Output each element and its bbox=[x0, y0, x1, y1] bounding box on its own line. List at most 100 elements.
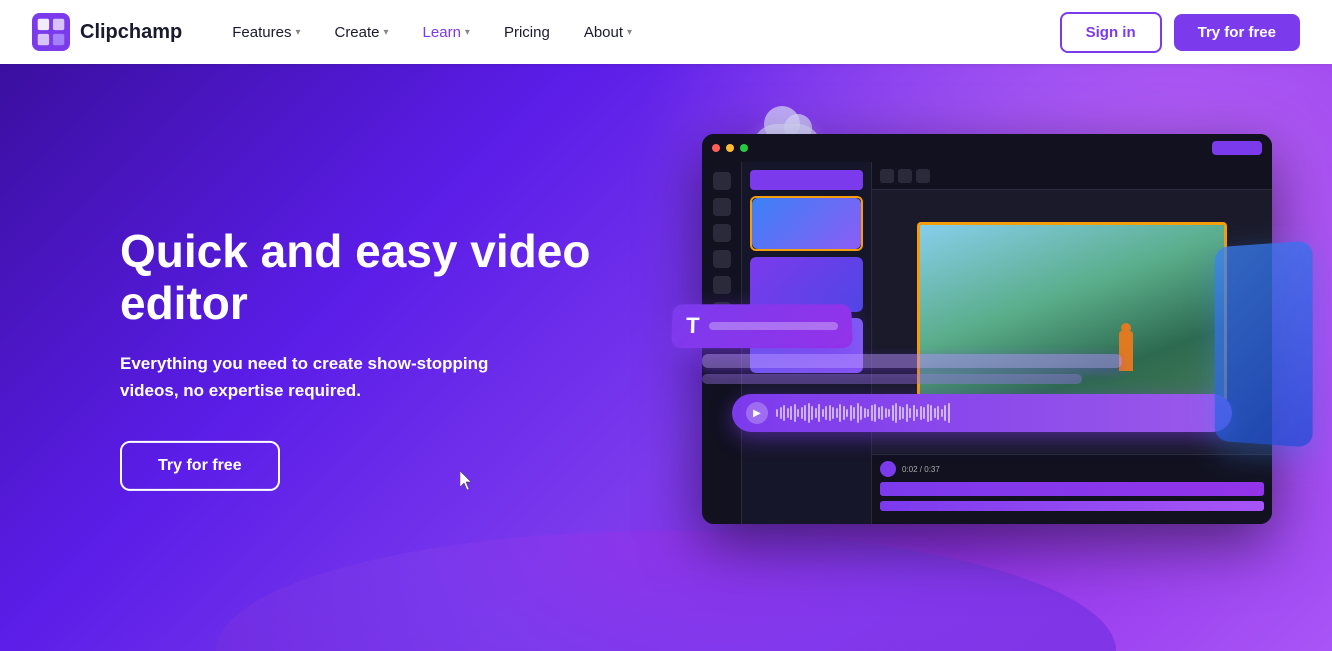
text-tool-bar bbox=[709, 322, 838, 330]
topbar-export-btn bbox=[1212, 141, 1262, 155]
signin-button[interactable]: Sign in bbox=[1060, 12, 1162, 53]
wave-bar bbox=[906, 404, 908, 422]
wave-bar bbox=[902, 407, 904, 419]
wave-bar bbox=[874, 404, 876, 422]
wave-bar bbox=[790, 406, 792, 420]
editor-main: 0:02 / 0:37 bbox=[872, 162, 1272, 524]
tryfree-nav-button[interactable]: Try for free bbox=[1174, 14, 1300, 51]
timeline-audio-track bbox=[880, 501, 1264, 511]
wave-bar bbox=[839, 404, 841, 422]
wave-bar bbox=[836, 408, 838, 418]
wave-bar bbox=[927, 404, 929, 422]
wave-bar bbox=[783, 405, 785, 421]
wave-bar bbox=[776, 409, 778, 417]
editor-topbar bbox=[702, 134, 1272, 162]
wave-bar bbox=[857, 403, 859, 423]
toolbar-btn-2 bbox=[898, 169, 912, 183]
editor-timeline: 0:02 / 0:37 bbox=[872, 454, 1272, 524]
wave-bar bbox=[934, 408, 936, 418]
wave-bar bbox=[941, 409, 943, 417]
wave-bar bbox=[913, 405, 915, 421]
cursor-icon bbox=[460, 471, 474, 491]
thumb-bg-1 bbox=[752, 198, 861, 249]
wave-bar bbox=[948, 403, 950, 423]
panel-search-bar bbox=[750, 170, 863, 190]
wave-bar bbox=[867, 409, 869, 417]
wave-bar bbox=[832, 407, 834, 419]
wave-bar bbox=[937, 406, 939, 420]
topbar-right bbox=[1212, 141, 1262, 155]
wave-bar bbox=[797, 409, 799, 417]
wave-bar bbox=[888, 409, 890, 417]
tryfree-hero-button[interactable]: Try for free bbox=[120, 441, 280, 491]
audio-waveform bbox=[776, 403, 1218, 423]
navbar: Clipchamp Features ▾ Create ▾ Learn ▾ Pr… bbox=[0, 0, 1332, 64]
float-timeline-bar-2 bbox=[702, 374, 1082, 384]
video-bg-landscape bbox=[920, 225, 1224, 419]
float-tablet-card bbox=[1215, 240, 1313, 447]
wave-bar bbox=[801, 407, 803, 419]
wave-bar bbox=[909, 408, 911, 418]
nav-links: Features ▾ Create ▾ Learn ▾ Pricing Abou… bbox=[218, 16, 1059, 49]
wave-bar bbox=[780, 407, 782, 419]
wave-bar bbox=[829, 405, 831, 421]
nav-create[interactable]: Create ▾ bbox=[320, 16, 402, 49]
wave-bar bbox=[846, 409, 848, 417]
toolbar-btn-1 bbox=[880, 169, 894, 183]
wave-bar bbox=[787, 408, 789, 418]
text-tool-icon: T bbox=[686, 313, 700, 339]
wave-bar bbox=[850, 405, 852, 421]
float-audio-bar: ▶ bbox=[732, 394, 1232, 432]
wave-bar bbox=[871, 405, 873, 421]
wave-bar bbox=[881, 406, 883, 420]
navbar-actions: Sign in Try for free bbox=[1060, 12, 1300, 53]
features-chevron-icon: ▾ bbox=[295, 27, 300, 38]
wave-bar bbox=[916, 409, 918, 417]
wave-bar bbox=[853, 407, 855, 419]
wave-bar bbox=[811, 406, 813, 420]
learn-chevron-icon: ▾ bbox=[465, 27, 470, 38]
wave-bar bbox=[899, 406, 901, 420]
wave-bar bbox=[923, 407, 925, 419]
logo-link[interactable]: Clipchamp bbox=[32, 13, 182, 51]
wave-bar bbox=[878, 407, 880, 419]
wave-bar bbox=[808, 403, 810, 423]
create-chevron-icon: ▾ bbox=[384, 27, 389, 38]
sidebar-icon-4 bbox=[713, 250, 731, 268]
wave-bar bbox=[815, 408, 817, 418]
hero-subtitle: Everything you need to create show-stopp… bbox=[120, 350, 540, 404]
nav-about[interactable]: About ▾ bbox=[570, 16, 646, 49]
wave-bar bbox=[843, 406, 845, 420]
toolbar-btn-3 bbox=[916, 169, 930, 183]
timeline-time: 0:02 / 0:37 bbox=[902, 465, 940, 474]
sidebar-icon-3 bbox=[713, 224, 731, 242]
editor-toolbar bbox=[872, 162, 1272, 190]
hero-section: Quick and easy video editor Everything y… bbox=[0, 64, 1332, 651]
wave-bar bbox=[818, 404, 820, 422]
timeline-video-track bbox=[880, 482, 1264, 496]
nav-features[interactable]: Features ▾ bbox=[218, 16, 314, 49]
float-text-tool: T bbox=[671, 304, 853, 348]
wave-bar bbox=[860, 406, 862, 420]
wave-bar bbox=[892, 405, 894, 421]
window-min-dot bbox=[726, 144, 734, 152]
nav-learn[interactable]: Learn ▾ bbox=[409, 16, 484, 49]
sidebar-icon-5 bbox=[713, 276, 731, 294]
timeline-controls: 0:02 / 0:37 bbox=[880, 461, 1264, 477]
hero-title: Quick and easy video editor bbox=[120, 224, 640, 330]
audio-play-button: ▶ bbox=[746, 402, 768, 424]
canvas-video-preview bbox=[917, 222, 1227, 422]
sidebar-icon-2 bbox=[713, 198, 731, 216]
wave-bar bbox=[825, 406, 827, 420]
timeline-play-btn bbox=[880, 461, 896, 477]
hero-content: Quick and easy video editor Everything y… bbox=[120, 224, 640, 490]
hero-illustration: 0:02 / 0:37 T ▶ bbox=[672, 104, 1292, 614]
wave-bar bbox=[804, 405, 806, 421]
panel-thumb-1 bbox=[750, 196, 863, 251]
wave-bar bbox=[885, 408, 887, 418]
wave-bar bbox=[822, 409, 824, 417]
float-timeline-bar-1 bbox=[702, 354, 1122, 368]
logo-icon bbox=[32, 13, 70, 51]
nav-pricing[interactable]: Pricing bbox=[490, 16, 564, 49]
wave-bar bbox=[864, 408, 866, 418]
